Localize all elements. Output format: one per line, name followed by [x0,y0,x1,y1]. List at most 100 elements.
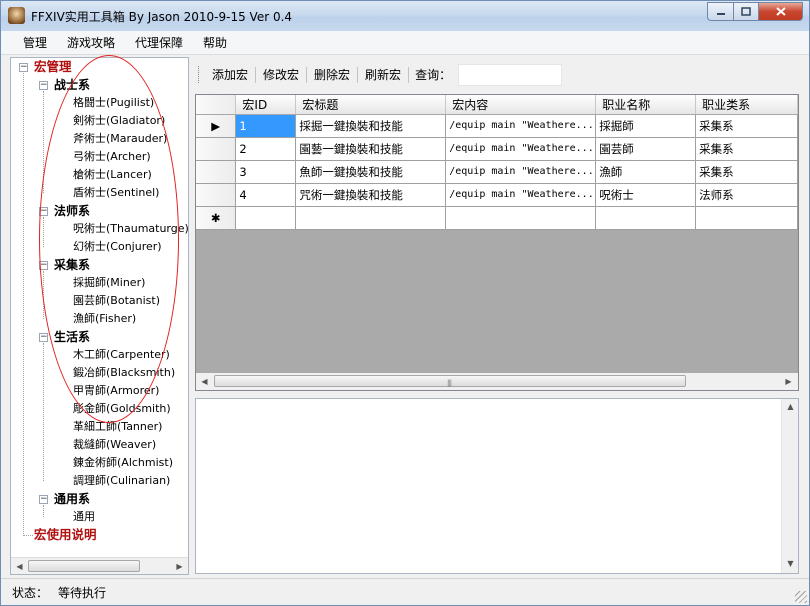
refresh-macro-button[interactable]: 刷新宏 [359,64,407,86]
column-header-job-class[interactable]: 职业类系 [695,95,798,115]
table-cell[interactable]: 採掘一鍵換裝和技能 [295,114,447,138]
column-header-macro-content[interactable]: 宏内容 [445,95,597,115]
table-cell[interactable]: /equip main "Weathere... [445,137,597,161]
tree-item-carpenter[interactable]: 木工師(Carpenter) [73,346,170,364]
macro-tree[interactable]: − 宏管理 − 战士系 格闘士(Pugilist) 剣術士(Gladiator)… [10,57,189,575]
maximize-button[interactable] [733,2,759,21]
row-header[interactable] [196,137,237,161]
table-cell[interactable]: /equip main "Weathere... [445,114,597,138]
table-row[interactable]: 4 咒術一鍵換裝和技能 /equip main "Weathere... 呪術士… [196,183,798,207]
table-cell[interactable]: 采集系 [695,160,798,184]
table-cell[interactable]: 法师系 [695,183,798,207]
collapse-icon[interactable]: − [39,495,48,504]
title-bar[interactable]: FFXIV实用工具箱 By Jason 2010-9-15 Ver 0.4 [1,1,809,31]
collapse-icon[interactable]: − [39,333,48,342]
table-cell[interactable]: 魚師一鍵換裝和技能 [295,160,447,184]
tree-group-gatherer[interactable]: 采集系 [54,256,90,274]
tree-group-crafter[interactable]: 生活系 [54,328,90,346]
column-header-macro-id[interactable]: 宏ID [235,95,297,115]
table-cell[interactable]: 園藝一鍵換裝和技能 [295,137,447,161]
tree-item-pugilist[interactable]: 格闘士(Pugilist) [73,94,154,112]
tree-item-weaver[interactable]: 裁縫師(Weaver) [73,436,156,454]
table-cell[interactable]: 呪術士 [595,183,697,207]
row-header[interactable] [196,160,237,184]
tree-item-armorer[interactable]: 甲冑師(Armorer) [73,382,159,400]
column-header-macro-title[interactable]: 宏标题 [295,95,447,115]
collapse-icon[interactable]: − [19,63,28,72]
table-row[interactable]: 3 魚師一鍵換裝和技能 /equip main "Weathere... 漁師 … [196,160,798,184]
tree-item-goldsmith[interactable]: 彫金師(Goldsmith) [73,400,171,418]
table-cell[interactable] [695,206,798,230]
resize-grip-icon[interactable] [795,591,807,603]
table-cell[interactable]: 採掘師 [595,114,697,138]
current-row-icon[interactable]: ▶ [196,114,237,138]
row-header[interactable] [196,183,237,207]
tree-item-fisher[interactable]: 漁師(Fisher) [73,310,136,328]
table-cell[interactable]: 咒術一鍵換裝和技能 [295,183,447,207]
column-header-job-name[interactable]: 职业名称 [595,95,697,115]
table-cell[interactable]: 1 [235,114,297,138]
macro-grid[interactable]: 宏ID 宏标题 宏内容 职业名称 职业类系 ▶ 1 採掘一鍵換裝和技能 /equ… [195,94,799,391]
scroll-down-icon[interactable]: ▼ [783,557,798,570]
tree-group-mage[interactable]: 法师系 [54,202,90,220]
search-input[interactable] [458,63,563,86]
tree-item-botanist[interactable]: 園芸師(Botanist) [73,292,160,310]
tree-item-marauder[interactable]: 斧術士(Marauder) [73,130,167,148]
tree-item-blacksmith[interactable]: 鍛冶師(Blacksmith) [73,364,175,382]
table-cell[interactable] [235,206,297,230]
scroll-thumb[interactable]: ||| [214,375,686,387]
scroll-left-icon[interactable]: ◀ [12,560,27,573]
table-cell[interactable]: 3 [235,160,297,184]
tree-item-alchemist[interactable]: 錬金術師(Alchmist) [73,454,173,472]
macro-content-textarea[interactable]: ▲ ▼ [195,398,799,574]
edit-macro-button[interactable]: 修改宏 [257,64,305,86]
tree-item-lancer[interactable]: 槍術士(Lancer) [73,166,152,184]
tree-item-common[interactable]: 通用 [73,508,95,526]
tree-item-conjurer[interactable]: 幻術士(Conjurer) [73,238,162,256]
menu-item-manage[interactable]: 管理 [13,32,57,54]
collapse-icon[interactable]: − [39,207,48,216]
collapse-icon[interactable]: − [39,261,48,270]
tree-item-archer[interactable]: 弓術士(Archer) [73,148,151,166]
scroll-up-icon[interactable]: ▲ [783,400,798,413]
tree-item-miner[interactable]: 採掘師(Miner) [73,274,145,292]
textarea-vertical-scrollbar[interactable]: ▲ ▼ [781,399,798,573]
minimize-button[interactable] [707,2,733,21]
table-cell[interactable]: /equip main "Weathere... [445,160,597,184]
table-cell[interactable] [295,206,447,230]
new-table-row[interactable]: ✱ [196,206,798,230]
scroll-thumb[interactable] [28,560,140,572]
table-cell[interactable] [595,206,697,230]
grid-horizontal-scrollbar[interactable]: ◀ ||| ▶ [196,373,798,390]
scroll-left-icon[interactable]: ◀ [197,375,212,388]
collapse-icon[interactable]: − [39,81,48,90]
add-macro-button[interactable]: 添加宏 [206,64,254,86]
tree-item-gladiator[interactable]: 剣術士(Gladiator) [73,112,165,130]
delete-macro-button[interactable]: 删除宏 [308,64,356,86]
scroll-right-icon[interactable]: ▶ [781,375,796,388]
table-cell[interactable]: 2 [235,137,297,161]
table-cell[interactable]: 園芸師 [595,137,697,161]
tree-item-thaumaturge[interactable]: 呪術士(Thaumaturge) [73,220,188,238]
table-cell[interactable]: 漁師 [595,160,697,184]
table-cell[interactable]: 4 [235,183,297,207]
scroll-right-icon[interactable]: ▶ [172,560,187,573]
tree-horizontal-scrollbar[interactable]: ◀ ▶ [11,557,188,574]
menu-item-proxy[interactable]: 代理保障 [125,32,193,54]
close-button[interactable] [759,2,803,21]
tree-root-macro-help[interactable]: 宏使用说明 [34,526,97,544]
table-row[interactable]: 2 園藝一鍵換裝和技能 /equip main "Weathere... 園芸師… [196,137,798,161]
tree-item-sentinel[interactable]: 盾術士(Sentinel) [73,184,159,202]
table-cell[interactable]: 采集系 [695,137,798,161]
row-header-corner[interactable] [196,95,237,115]
toolbar-grip[interactable] [198,66,202,83]
table-cell[interactable]: 采集系 [695,114,798,138]
tree-root-macro-manage[interactable]: 宏管理 [34,58,72,76]
table-cell[interactable] [445,206,597,230]
tree-group-common[interactable]: 通用系 [54,490,90,508]
tree-item-culinarian[interactable]: 調理師(Culinarian) [73,472,170,490]
new-row-icon[interactable]: ✱ [196,206,237,230]
menu-item-game-guide[interactable]: 游戏攻略 [57,32,125,54]
tree-item-tanner[interactable]: 革細工師(Tanner) [73,418,162,436]
tree-group-warrior[interactable]: 战士系 [54,76,90,94]
